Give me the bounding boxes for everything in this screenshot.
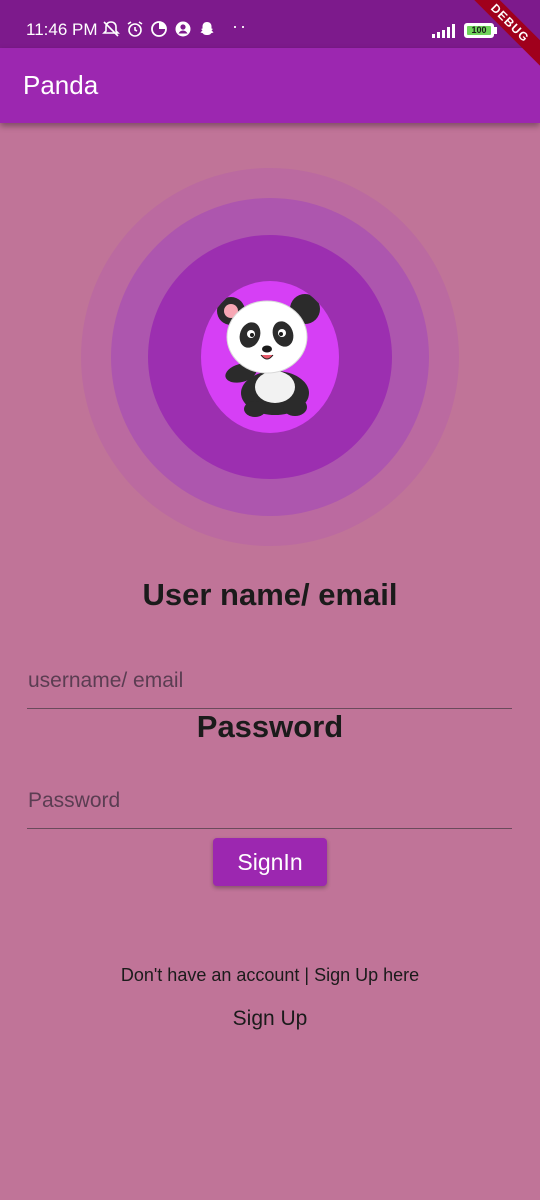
signal-icon bbox=[432, 24, 455, 38]
alarm-icon bbox=[126, 20, 144, 38]
app-title: Panda bbox=[23, 70, 99, 100]
panda-avatar bbox=[201, 281, 339, 433]
signup-hint: Don't have an account | Sign Up here bbox=[120, 965, 420, 985]
signin-button[interactable]: SignIn bbox=[213, 838, 327, 886]
account-icon bbox=[174, 20, 192, 38]
panda-image bbox=[217, 294, 320, 417]
data-saver-icon bbox=[150, 20, 168, 38]
status-icons-left bbox=[102, 20, 216, 38]
battery-icon: 100 bbox=[464, 23, 494, 38]
status-bar: 11:46 PM ·· 100 bbox=[0, 0, 540, 48]
battery-tip bbox=[494, 27, 497, 34]
signup-link[interactable]: Sign Up bbox=[0, 1006, 540, 1032]
muted-notification-icon bbox=[102, 20, 120, 38]
app-bar: Panda bbox=[0, 48, 540, 123]
username-label: User name/ email bbox=[142, 577, 398, 612]
battery-level: 100 bbox=[467, 26, 491, 35]
status-more-dots: ·· bbox=[232, 16, 248, 36]
status-time: 11:46 PM bbox=[26, 20, 98, 39]
password-input[interactable] bbox=[27, 773, 512, 829]
password-label: Password bbox=[196, 709, 344, 744]
snapchat-icon bbox=[198, 20, 216, 38]
username-input[interactable] bbox=[27, 653, 512, 709]
